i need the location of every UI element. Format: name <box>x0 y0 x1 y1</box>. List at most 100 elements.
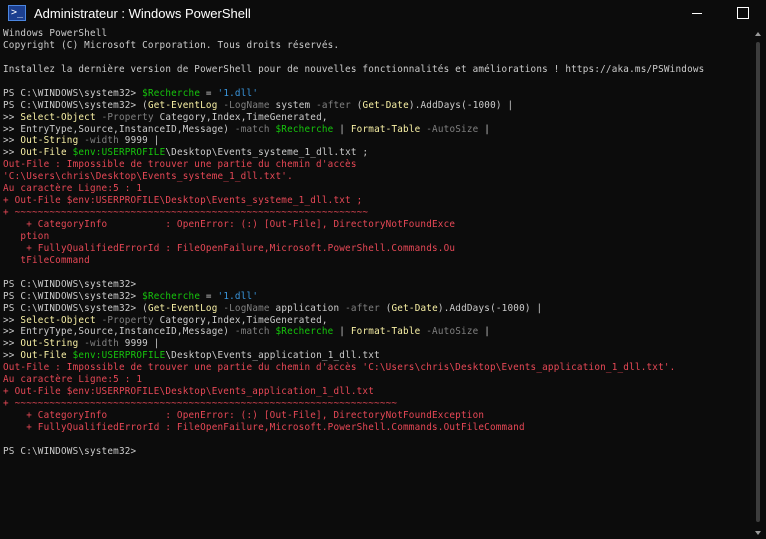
terminal-segment: -1000 <box>466 99 496 111</box>
terminal-segment: $env:USERPROFILE <box>72 147 166 159</box>
terminal-segment: ) | <box>524 302 543 314</box>
terminal-segment: -Property <box>95 314 160 326</box>
scroll-down-icon[interactable] <box>755 531 761 535</box>
terminal-segment: | <box>147 338 160 350</box>
terminal-line: + FullyQualifiedErrorId : FileOpenFailur… <box>3 422 743 434</box>
scroll-up-icon[interactable] <box>755 32 761 36</box>
terminal-segment: >> <box>3 147 21 159</box>
terminal-segment: >> EntryType,Source,InstanceID,Message) <box>3 326 235 338</box>
terminal-segment: | <box>478 123 491 135</box>
terminal-line: >> Select-Object -Property Category,Inde… <box>3 315 743 327</box>
minimize-button[interactable] <box>674 0 720 26</box>
terminal-line: Au caractère Ligne:5 : 1 <box>3 374 743 386</box>
terminal-line: Installez la dernière version de PowerSh… <box>3 64 743 76</box>
terminal-segment: Out-String <box>20 338 79 350</box>
terminal-segment: >> EntryType,Source,InstanceID,Message) <box>3 123 235 135</box>
terminal-segment: -match <box>234 123 276 135</box>
terminal-line: tFileCommand <box>3 255 743 267</box>
terminal-segment: PS C:\WINDOWS\system32> <box>3 302 143 314</box>
terminal-segment: -after <box>345 302 386 314</box>
terminal-segment: Category,Index,TimeGenerated, <box>159 314 328 326</box>
powershell-icon-label: >_ <box>10 7 24 18</box>
terminal-segment: + Out-File $env:USERPROFILE\Desktop\Even… <box>3 195 363 207</box>
terminal-line: >> Out-String -width 9999 | <box>3 135 743 147</box>
terminal-segment: tFileCommand <box>3 254 90 266</box>
terminal-line: + ~~~~~~~~~~~~~~~~~~~~~~~~~~~~~~~~~~~~~~… <box>3 207 743 219</box>
terminal-segment: | <box>147 135 160 147</box>
terminal-line: >> EntryType,Source,InstanceID,Message) … <box>3 124 743 136</box>
terminal-output[interactable]: Windows PowerShell Copyright (C) Microsof… <box>3 28 743 538</box>
terminal-line: Out-File : Impossible de trouver une par… <box>3 362 743 374</box>
terminal-line: + Out-File $env:USERPROFILE\Desktop\Even… <box>3 195 743 207</box>
terminal-line: + ~~~~~~~~~~~~~~~~~~~~~~~~~~~~~~~~~~~~~~… <box>3 398 743 410</box>
terminal-segment: PS C:\WINDOWS\system32> <box>3 87 143 99</box>
powershell-icon: >_ <box>8 5 26 21</box>
terminal-line: PS C:\WINDOWS\system32> (Get-EventLog -L… <box>3 100 743 112</box>
terminal-segment: $Recherche <box>275 123 334 135</box>
maximize-icon <box>737 7 749 19</box>
terminal-segment: Out-File : Impossible de trouver une par… <box>3 159 357 171</box>
terminal-line: Copyright (C) Microsoft Corporation. Tou… <box>3 40 743 52</box>
terminal-segment: '1.dll' <box>217 87 259 99</box>
scroll-thumb[interactable] <box>756 42 760 522</box>
terminal-segment: PS C:\WINDOWS\system32> <box>3 445 137 457</box>
terminal-segment: -after <box>316 99 357 111</box>
terminal-segment: + ~~~~~~~~~~~~~~~~~~~~~~~~~~~~~~~~~~~~~~… <box>3 398 398 410</box>
terminal-segment: Select-Object <box>20 314 96 326</box>
terminal-line: >> Select-Object -Property Category,Inde… <box>3 112 743 124</box>
terminal-segment: Copyright (C) Microsoft Corporation. Tou… <box>3 39 340 51</box>
terminal-segment: >> <box>3 314 21 326</box>
terminal-line: + Out-File $env:USERPROFILE\Desktop\Even… <box>3 386 743 398</box>
terminal-line: >> Out-File $env:USERPROFILE\Desktop\Eve… <box>3 350 743 362</box>
terminal-segment: 9999 <box>124 338 148 350</box>
terminal-segment: + CategoryInfo : OpenError: (:) [Out-Fil… <box>3 219 456 230</box>
terminal-line: 'C:\Users\chris\Desktop\Events_systeme_1… <box>3 171 743 183</box>
terminal-segment: >> <box>3 338 21 350</box>
terminal-line: Au caractère Ligne:5 : 1 <box>3 183 743 195</box>
terminal-segment: Select-Object <box>20 111 96 123</box>
terminal-segment: system <box>275 99 317 111</box>
terminal-segment: ) | <box>495 99 514 111</box>
terminal-segment: $Recherche <box>142 87 201 99</box>
terminal-segment: -1000 <box>495 302 525 314</box>
terminal-line: + CategoryInfo : OpenError: (:) [Out-Fil… <box>3 410 743 422</box>
terminal-segment: -match <box>234 326 276 338</box>
terminal-segment: Installez la dernière version de PowerSh… <box>3 63 705 75</box>
terminal-segment: -AutoSize <box>420 123 479 135</box>
terminal-segment: | <box>333 123 351 135</box>
terminal-segment: ).AddDays( <box>437 302 496 314</box>
terminal-line: PS C:\WINDOWS\system32> $Recherche = '1.… <box>3 88 743 100</box>
terminal-segment: Get-Date <box>362 99 409 111</box>
minimize-icon <box>692 12 702 14</box>
terminal-line: >> Out-File $env:USERPROFILE\Desktop\Eve… <box>3 147 743 159</box>
terminal-segment: >> <box>3 350 21 362</box>
terminal-segment: Windows PowerShell <box>3 28 108 39</box>
title-bar[interactable]: >_ Administrateur : Windows PowerShell <box>0 0 766 26</box>
terminal-segment: + CategoryInfo : OpenError: (:) [Out-Fil… <box>3 410 485 421</box>
terminal-line: PS C:\WINDOWS\system32> $Recherche = '1.… <box>3 291 743 303</box>
terminal-segment: + FullyQualifiedErrorId : FileOpenFailur… <box>3 242 456 254</box>
terminal-segment: Out-File <box>20 147 67 159</box>
terminal-segment: = <box>200 290 218 302</box>
vertical-scrollbar[interactable] <box>750 28 766 539</box>
terminal-segment: Get-Date <box>391 302 438 314</box>
terminal-segment: 9999 <box>124 135 148 147</box>
terminal-segment: -AutoSize <box>420 326 479 338</box>
powershell-window: >_ Administrateur : Windows PowerShell W… <box>0 0 766 539</box>
terminal-segment: + ~~~~~~~~~~~~~~~~~~~~~~~~~~~~~~~~~~~~~~… <box>3 207 369 219</box>
terminal-segment: \Desktop\Events_systeme_1_dll.txt ; <box>165 147 369 159</box>
terminal-segment: -LogName <box>217 99 276 111</box>
maximize-button[interactable] <box>720 0 766 26</box>
terminal-line: >> EntryType,Source,InstanceID,Message) … <box>3 326 743 338</box>
terminal-segment: ption <box>3 230 50 242</box>
terminal-segment: + FullyQualifiedErrorId : FileOpenFailur… <box>3 421 525 433</box>
terminal-segment: '1.dll' <box>217 290 259 302</box>
terminal-line: PS C:\WINDOWS\system32> (Get-EventLog -L… <box>3 303 743 315</box>
terminal-segment: -width <box>78 135 125 147</box>
terminal-segment: \Desktop\Events_application_1_dll.txt <box>165 350 380 362</box>
terminal-line: PS C:\WINDOWS\system32> <box>3 279 743 291</box>
